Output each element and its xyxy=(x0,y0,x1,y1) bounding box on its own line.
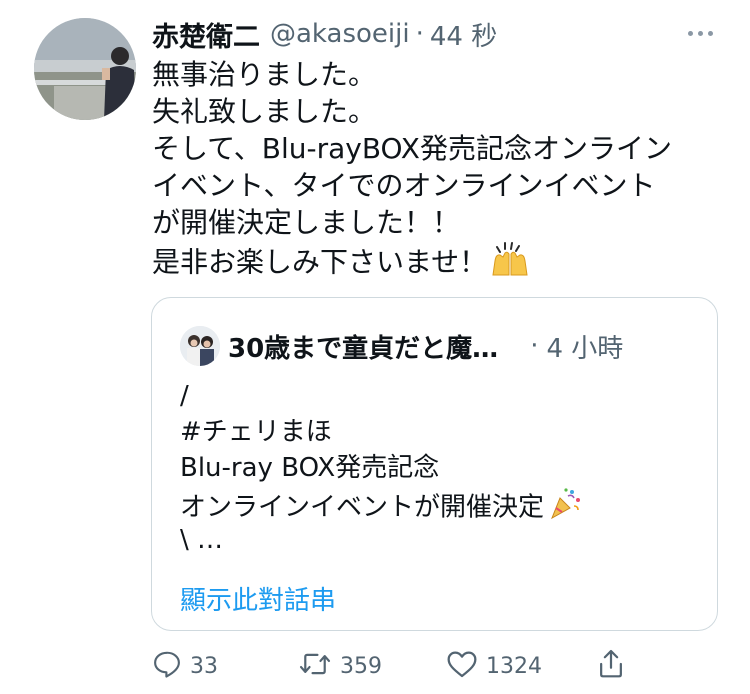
action-bar: 33 359 1324 xyxy=(152,646,632,686)
quoted-separator: · xyxy=(530,331,539,361)
tweet-line-last: 是非お楽しみ下さいませ！ xyxy=(152,241,727,279)
quoted-timestamp: 4 小時 xyxy=(546,333,624,364)
quoted-text: / #チェリまほ Blu-ray BOX発売記念 オンラインイベントが開催決定 … xyxy=(180,378,700,558)
tweet-line: そして、Blu-rayBOX発売記念オンライン xyxy=(152,132,672,165)
header-separator: · xyxy=(415,19,424,49)
show-thread-link[interactable]: 顯示此對話串 xyxy=(180,580,336,617)
retweet-button[interactable]: 359 xyxy=(298,646,382,686)
tweet-line: 無事治りました。 xyxy=(152,58,377,91)
quoted-header: 30歳まで童貞だと魔… · 4 小時 xyxy=(228,326,698,366)
quoted-line: #チェリまほ xyxy=(180,417,332,447)
party-popper-icon xyxy=(548,486,582,530)
quoted-author-name: 30歳まで童貞だと魔… xyxy=(228,333,499,364)
tweet-header: 赤楚衛二 @akasoeiji · 44 秒 xyxy=(152,14,497,54)
share-button[interactable] xyxy=(596,646,626,686)
raising-hands-icon xyxy=(491,241,529,286)
tweet-line: 是非お楽しみ下さいませ！ xyxy=(152,245,488,279)
tweet-text: 無事治りました。 失礼致しました。 そして、Blu-rayBOX発売記念オンライ… xyxy=(152,56,727,279)
like-count: 1324 xyxy=(486,653,542,679)
quoted-line: / xyxy=(180,381,189,411)
tweet: 赤楚衛二 @akasoeiji · 44 秒 無事治りました。 失礼致しました。… xyxy=(0,0,750,694)
tweet-line: 失礼致しました。 xyxy=(152,95,377,128)
share-icon xyxy=(596,648,626,684)
more-options-icon[interactable] xyxy=(678,20,722,46)
quoted-line-with-emoji: オンラインイベントが開催決定 xyxy=(180,486,700,523)
quoted-line: Blu-ray BOX発売記念 xyxy=(180,453,440,483)
tweet-timestamp[interactable]: 44 秒 xyxy=(430,16,497,53)
quoted-author-avatar xyxy=(180,326,220,366)
reply-button[interactable]: 33 xyxy=(152,646,218,686)
retweet-icon xyxy=(298,649,332,683)
reply-count: 33 xyxy=(190,653,218,679)
reply-icon xyxy=(152,649,182,683)
like-button[interactable]: 1324 xyxy=(446,646,542,686)
quoted-line: \ … xyxy=(180,525,224,555)
tweet-line: が開催決定しました！！ xyxy=(152,206,461,239)
author-display-name[interactable]: 赤楚衛二 xyxy=(152,15,260,54)
quoted-line: オンラインイベントが開催決定 xyxy=(180,492,545,523)
author-handle[interactable]: @akasoeiji xyxy=(270,19,410,49)
heart-icon xyxy=(446,649,478,683)
retweet-count: 359 xyxy=(340,653,382,679)
quoted-tweet[interactable]: 30歳まで童貞だと魔… · 4 小時 / #チェリまほ Blu-ray BOX発… xyxy=(151,297,718,631)
author-avatar[interactable] xyxy=(34,18,136,120)
tweet-line: イベント、タイでのオンラインイベント xyxy=(152,169,656,202)
